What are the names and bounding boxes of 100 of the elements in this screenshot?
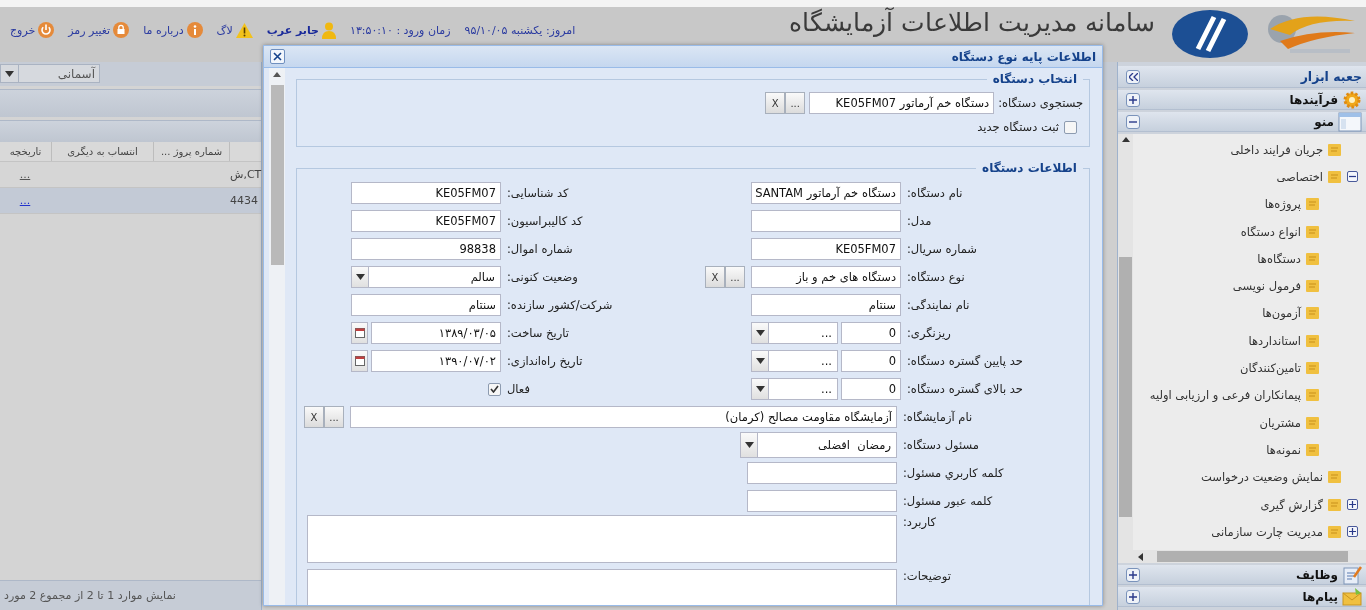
column-header[interactable]: شماره پروژ ...	[153, 142, 229, 161]
section-bar[interactable]: فرآیندها	[1118, 90, 1366, 110]
field-label: نام نمایندگی:	[907, 298, 971, 312]
field-label: کلمه کاربري مسئول:	[903, 466, 1005, 480]
note-icon	[1306, 224, 1320, 239]
user-name[interactable]: جابر عرب	[266, 23, 319, 37]
tree-item[interactable]: مشتریان	[1259, 415, 1301, 430]
note-icon	[1306, 415, 1320, 430]
calendar-button[interactable]	[351, 322, 368, 344]
search-field[interactable]: دستگاه خم آرماتور KE05FM07	[809, 92, 995, 114]
scrollbar[interactable]	[1118, 134, 1133, 550]
column-header[interactable]: تاریخچه	[0, 142, 51, 161]
tree-item[interactable]: اختصاصی	[1276, 169, 1323, 184]
tree-item[interactable]: مدیریت چارت سازمانی	[1211, 524, 1323, 539]
tree-toggle[interactable]	[1347, 499, 1358, 510]
tree-toggle[interactable]	[1347, 526, 1358, 538]
select-field[interactable]: سالم	[351, 266, 501, 288]
tree-item[interactable]: دستگاه‌ها	[1257, 251, 1301, 266]
text-field[interactable]: 98838	[351, 238, 501, 260]
lookup-button[interactable]: X	[765, 92, 786, 114]
field-label: کلمه عبور مسئول:	[903, 494, 994, 508]
unit-select[interactable]: ...	[751, 350, 838, 372]
lookup-button[interactable]: X	[304, 406, 324, 428]
number-field[interactable]: 0	[841, 378, 901, 400]
field-label: توضیحات:	[903, 569, 952, 583]
note-icon	[1328, 169, 1342, 184]
lookup-button[interactable]: X	[705, 266, 725, 288]
warning-icon	[235, 22, 253, 38]
check-icon	[490, 385, 499, 393]
header-link[interactable]: خروج	[10, 23, 36, 37]
field-label: فعال	[507, 382, 531, 396]
text-field[interactable]	[747, 490, 897, 512]
tree-item[interactable]: استانداردها	[1248, 333, 1301, 348]
lookup-button[interactable]: ...	[324, 406, 344, 428]
note-icon	[1306, 388, 1320, 403]
note-icon	[1306, 197, 1320, 212]
calendar-button[interactable]	[351, 350, 368, 372]
tree-item[interactable]: فرمول نویسی	[1232, 279, 1301, 294]
section-bar[interactable]: منو	[1118, 112, 1366, 132]
tree-item[interactable]: انواع دستگاه	[1240, 224, 1301, 239]
tree-item[interactable]: نمایش وضعیت درخواست	[1201, 470, 1323, 485]
tree-item[interactable]: تامین‌کنندگان	[1240, 361, 1301, 375]
table-row[interactable]: 4434 ...	[0, 188, 261, 214]
plus-icon	[1349, 528, 1356, 536]
number-field[interactable]: 0	[841, 350, 901, 372]
lookup-field[interactable]: دستگاه های خم و باز	[751, 266, 901, 288]
text-field[interactable]: سنتام	[351, 294, 501, 316]
checkbox[interactable]	[488, 382, 501, 396]
tree-item[interactable]: پیمانکاران فرعی و ارزیابی اولیه	[1149, 388, 1301, 403]
unit-select[interactable]: ...	[751, 378, 838, 400]
header-link[interactable]: لاگ	[216, 23, 233, 37]
section-bar[interactable]: وظایف	[1118, 565, 1366, 585]
tree-item[interactable]: پروژه‌ها	[1264, 197, 1301, 212]
text-field[interactable]: دستگاه خم آرماتور SANTAM	[751, 182, 901, 204]
tree-item[interactable]: نمونه‌ها	[1266, 442, 1301, 457]
field-label: تاریخ ساخت:	[507, 326, 570, 340]
expand-button[interactable]	[1126, 92, 1140, 107]
plus-icon	[1349, 501, 1356, 508]
theme-select[interactable]: آسمانی	[0, 64, 100, 83]
date-text: امروز: یکشنبه ۹۵/۱۰/۰۵	[464, 23, 576, 37]
text-field[interactable]: KE05FM07	[751, 238, 901, 260]
lookup-field[interactable]: آزمایشگاه مقاومت مصالح (کرمان)	[350, 406, 897, 428]
history-link[interactable]: ...	[19, 194, 31, 207]
date-field[interactable]: ۱۳۸۹/۰۳/۰۵	[371, 322, 501, 344]
text-field[interactable]: KE05FM07	[351, 182, 501, 204]
tree-item[interactable]: جریان فرایند داخلی	[1230, 142, 1323, 157]
tree-item[interactable]: آزمون‌ها	[1262, 306, 1301, 321]
header-link[interactable]: تغییر رمز	[68, 23, 111, 37]
lookup-button[interactable]: ...	[785, 92, 806, 114]
scrollbar[interactable]	[1118, 550, 1366, 563]
field-label: کاربرد:	[903, 515, 938, 529]
field-label: شرکت/کشور سازنده:	[507, 298, 614, 312]
number-field[interactable]: 0	[841, 322, 901, 344]
expand-button[interactable]	[1126, 589, 1140, 604]
unit-select[interactable]: ...	[751, 322, 838, 344]
tree-item[interactable]: گزارش گیری	[1260, 497, 1323, 512]
gear-icon	[1342, 89, 1362, 110]
text-field[interactable]: سنتام	[751, 294, 901, 316]
section-bar[interactable]: پیام‌ها	[1118, 587, 1366, 607]
power-icon	[38, 22, 55, 38]
expand-button[interactable]	[1126, 567, 1140, 582]
lookup-button[interactable]: ...	[725, 266, 745, 288]
plus-icon	[1129, 592, 1137, 601]
date-field[interactable]: ۱۳۹۰/۰۷/۰۲	[371, 350, 501, 372]
scrollbar[interactable]	[269, 68, 285, 605]
close-button[interactable]	[270, 49, 285, 64]
tree-toggle[interactable]	[1347, 171, 1358, 183]
header-link[interactable]: درباره ما	[143, 23, 184, 37]
section-title: فرآیندها	[1289, 92, 1338, 107]
collapse-button[interactable]	[1126, 69, 1140, 84]
select-field[interactable]: رمضان افضلی	[740, 432, 897, 458]
collapse-button[interactable]	[1126, 114, 1140, 129]
text-field[interactable]	[751, 210, 901, 232]
text-field[interactable]	[747, 462, 897, 484]
caret-icon	[755, 330, 765, 336]
checkbox[interactable]	[1064, 120, 1077, 134]
text-field[interactable]: KE05FM07	[351, 210, 501, 232]
plus-icon	[1129, 95, 1137, 104]
column-header[interactable]: انتساب به دیگری	[51, 142, 153, 161]
history-link[interactable]: ...	[19, 168, 31, 181]
